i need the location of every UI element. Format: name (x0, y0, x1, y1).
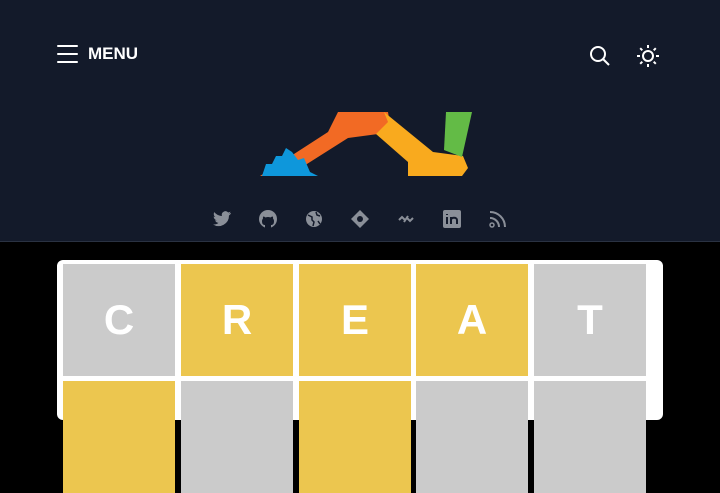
globe-icon[interactable] (304, 209, 324, 229)
tile: E (299, 264, 411, 376)
tile: C (63, 264, 175, 376)
tile: A (416, 264, 528, 376)
tile (181, 381, 293, 493)
social-links (0, 209, 720, 229)
site-header: MENU (0, 0, 720, 242)
sun-icon[interactable] (636, 44, 660, 68)
github-icon[interactable] (258, 209, 278, 229)
logo-hands (258, 112, 474, 176)
tile (63, 381, 175, 493)
rss-icon[interactable] (488, 209, 508, 229)
tile: T (534, 264, 646, 376)
diamond-icon[interactable] (350, 209, 370, 229)
twitter-icon[interactable] (212, 209, 232, 229)
link-icon[interactable] (396, 209, 416, 229)
tile: R (181, 264, 293, 376)
menu-label: MENU (88, 44, 139, 63)
search-icon[interactable] (588, 44, 612, 68)
wordle-grid-card: C R E A T (57, 260, 663, 493)
linkedin-icon[interactable] (442, 209, 462, 229)
menu-button[interactable]: MENU (57, 44, 138, 64)
hamburger-icon (57, 45, 78, 63)
tile (534, 381, 646, 493)
tile (299, 381, 411, 493)
tile (416, 381, 528, 493)
